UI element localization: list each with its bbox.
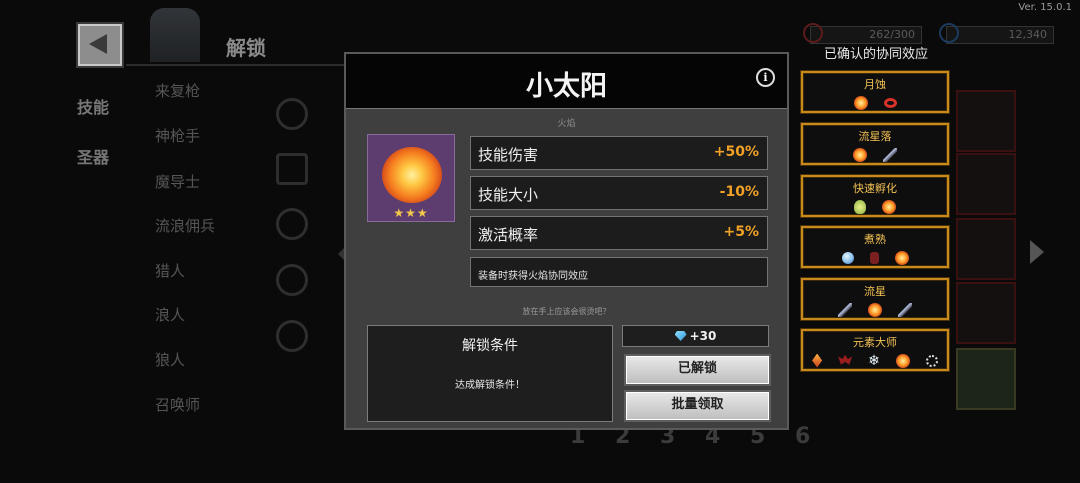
fireball-icon	[382, 147, 442, 203]
version-label: Ver. 15.0.1	[1018, 2, 1072, 13]
gem-icon	[939, 23, 959, 43]
stat-row-chance: 激活概率 +5%	[470, 216, 768, 250]
orb-icon	[841, 251, 854, 264]
dart-icon	[898, 302, 912, 317]
dart-icon	[838, 302, 852, 317]
synergy-icons	[803, 196, 947, 214]
stat-value: +50%	[713, 144, 759, 160]
avatar	[150, 8, 200, 62]
skill-slot[interactable]	[956, 218, 1016, 280]
stat-row-size: 技能大小 -10%	[470, 176, 768, 210]
snow-icon: ❄	[868, 352, 880, 369]
skill-slot[interactable]	[956, 90, 1016, 152]
synergy-panel-title: 已确认的协同效应	[823, 47, 928, 62]
synergy-card[interactable]: 流星落	[801, 123, 949, 165]
element-label: 火焰	[557, 119, 576, 129]
synergy-card[interactable]: 流星	[801, 278, 949, 320]
reward-display: +30	[622, 325, 769, 347]
stat-name: 技能伤害	[478, 146, 539, 164]
condition-title: 解锁条件	[462, 338, 518, 354]
egg-icon	[854, 199, 866, 214]
class-item[interactable]: 猎人	[155, 260, 185, 281]
scroll-icon[interactable]	[276, 153, 308, 185]
skill-name: 小太阳	[526, 71, 607, 102]
energy-value: 262/300	[869, 28, 915, 41]
gem-icon	[674, 331, 687, 341]
synergy-effect-text: 装备时获得火焰协同效应	[470, 257, 768, 287]
energy-icon	[803, 23, 823, 43]
synergy-name: 流星落	[858, 130, 892, 143]
class-item[interactable]: 流浪佣兵	[155, 215, 215, 236]
page-title: 解锁	[226, 36, 266, 60]
condition-text: 达成解锁条件！	[455, 380, 525, 391]
search-icon[interactable]	[276, 98, 308, 130]
title-divider	[126, 64, 346, 66]
synergy-card[interactable]: 元素大师 ❄	[801, 329, 949, 371]
class-item[interactable]: 来复枪	[155, 80, 200, 101]
fire-icon	[894, 250, 909, 265]
bat-icon	[838, 354, 853, 365]
energy-counter: 262/300	[803, 23, 922, 44]
synergy-name: 元素大师	[853, 336, 897, 349]
tab-artifacts[interactable]: 圣器	[77, 144, 109, 168]
back-arrow-icon	[89, 34, 107, 54]
modal-header: 小太阳 i	[346, 54, 787, 109]
ban-icon[interactable]	[276, 320, 308, 352]
fire-icon	[868, 302, 882, 317]
stat-name: 技能大小	[478, 186, 539, 204]
synergy-icons	[803, 92, 947, 110]
pot-icon	[869, 251, 879, 264]
unlocked-button[interactable]: 已解锁	[624, 354, 771, 386]
skill-slot[interactable]	[956, 348, 1016, 410]
fire-icon	[882, 199, 896, 214]
stat-value: +5%	[723, 224, 760, 240]
synergy-card[interactable]: 煮熟	[801, 226, 949, 268]
info-icon[interactable]: i	[756, 68, 775, 87]
back-button[interactable]	[78, 24, 122, 66]
batch-claim-button[interactable]: 批量领取	[624, 390, 771, 422]
synergy-name: 煮熟	[864, 233, 886, 246]
skill-slot[interactable]	[956, 282, 1016, 344]
synergy-name: 流星	[864, 285, 886, 298]
fire-icon	[853, 95, 868, 110]
tab-skills[interactable]: 技能	[77, 94, 109, 118]
fire-icon	[895, 353, 910, 368]
synergy-name: 月蚀	[864, 78, 886, 91]
skill-slot[interactable]	[956, 153, 1016, 215]
ban-icon[interactable]	[276, 208, 308, 240]
unlock-condition-box: 解锁条件 达成解锁条件！	[367, 325, 613, 422]
reward-amount: +30	[689, 329, 717, 343]
skill-icon-frame: ★★★	[367, 134, 455, 222]
swirl-icon	[925, 354, 938, 367]
skill-detail-modal: 小太阳 i 火焰 ★★★ 技能伤害 +50% 技能大小 -10% 激活概率 +5…	[344, 52, 789, 430]
stat-name: 激活概率	[478, 226, 539, 244]
auto-icon[interactable]	[276, 264, 308, 296]
class-item[interactable]: 召唤师	[155, 394, 200, 415]
synergy-icons	[803, 247, 947, 265]
stat-value: -10%	[719, 184, 759, 200]
class-item[interactable]: 魔导士	[155, 171, 200, 192]
gem-value: 12,340	[1008, 28, 1048, 41]
star-rating: ★★★	[393, 206, 429, 220]
class-item[interactable]: 神枪手	[155, 125, 200, 146]
next-page-icon[interactable]	[1030, 240, 1044, 264]
class-item[interactable]: 浪人	[155, 304, 185, 325]
gem-counter: 12,340	[939, 23, 1054, 44]
synergy-name: 快速孵化	[853, 182, 897, 195]
crystal-icon	[812, 353, 823, 368]
synergy-card[interactable]: 月蚀	[801, 71, 949, 113]
stat-row-damage: 技能伤害 +50%	[470, 136, 768, 170]
flavor-text: 放在手上应该会很烫吧？	[522, 307, 611, 316]
fire-icon	[853, 147, 867, 162]
synergy-icons	[803, 144, 947, 162]
ring-icon	[883, 97, 897, 108]
synergy-card[interactable]: 快速孵化	[801, 175, 949, 217]
page-number[interactable]: 6	[795, 424, 810, 449]
dart-icon	[883, 147, 897, 162]
class-item[interactable]: 狼人	[155, 349, 185, 370]
synergy-icons	[803, 299, 947, 317]
synergy-icons: ❄	[803, 350, 947, 369]
